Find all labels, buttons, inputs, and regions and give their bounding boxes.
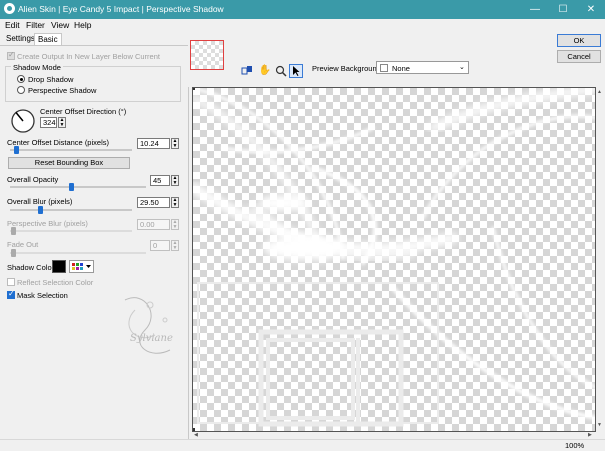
- window-title: Alien Skin | Eye Candy 5 Impact | Perspe…: [18, 4, 224, 14]
- reset-bounding-box-button[interactable]: Reset Bounding Box: [8, 157, 130, 169]
- title-bar: Alien Skin | Eye Candy 5 Impact | Perspe…: [0, 0, 605, 19]
- reflect-selection-color-checkbox[interactable]: [7, 278, 15, 286]
- color-picker-dropdown[interactable]: [69, 260, 94, 273]
- overall-blur-input[interactable]: 29.50: [137, 197, 170, 208]
- fade-out-label: Fade Out: [7, 240, 39, 249]
- close-button[interactable]: ✕: [577, 0, 605, 19]
- menu-edit[interactable]: Edit: [5, 20, 20, 30]
- horizontal-scrollbar[interactable]: ◀ ▶: [192, 432, 596, 439]
- fade-out-thumb: [11, 249, 16, 257]
- overall-opacity-input[interactable]: 45: [150, 175, 170, 186]
- fade-out-stepper: ▲ ▼: [171, 240, 179, 251]
- mask-selection-checkbox[interactable]: [7, 289, 15, 299]
- watermark-text: Sylviane: [130, 333, 173, 344]
- perspective-blur-input: 0.00: [137, 219, 170, 230]
- alien-skin-app-icon: [4, 3, 15, 14]
- center-offset-direction-stepper[interactable]: ▲ ▼: [58, 117, 66, 128]
- reflect-selection-color-label: Reflect Selection Color: [17, 278, 94, 287]
- menu-view[interactable]: View: [51, 20, 69, 30]
- overall-opacity-track[interactable]: [10, 186, 146, 188]
- corner-handle-bottom-left[interactable]: [193, 428, 195, 431]
- maximize-button[interactable]: ☐: [549, 0, 577, 19]
- center-offset-direction-label: Center Offset Direction (°): [40, 107, 127, 116]
- center-offset-distance-stepper[interactable]: ▲ ▼: [171, 138, 179, 149]
- center-offset-distance-track[interactable]: [10, 149, 132, 151]
- drop-shadow-label: Drop Shadow: [28, 75, 74, 84]
- zoom-level: 100%: [565, 441, 585, 450]
- menu-help[interactable]: Help: [74, 20, 91, 30]
- fade-out-input: 0: [150, 240, 170, 251]
- perspective-blur-label: Perspective Blur (pixels): [7, 219, 88, 228]
- preview-shadow-art: [193, 88, 595, 427]
- vertical-scrollbar[interactable]: ▲ ▼: [596, 87, 605, 432]
- zoom-icon[interactable]: [274, 64, 288, 78]
- preview-background-label: Preview Background:: [312, 64, 383, 73]
- perspective-shadow-radio[interactable]: [17, 86, 25, 94]
- center-offset-distance-label: Center Offset Distance (pixels): [7, 138, 109, 147]
- tab-basic[interactable]: Basic: [34, 33, 62, 45]
- hand-pan-icon[interactable]: ✋: [258, 64, 272, 78]
- ok-button[interactable]: OK: [557, 34, 601, 47]
- shadow-color-label: Shadow Color: [7, 263, 55, 272]
- overall-blur-stepper[interactable]: ▲ ▼: [171, 197, 179, 208]
- mask-selection-label: Mask Selection: [17, 291, 68, 300]
- preview-background-select[interactable]: None ⌄: [376, 61, 469, 74]
- perspective-blur-track: [10, 230, 132, 232]
- menu-filter[interactable]: Filter: [26, 20, 45, 30]
- perspective-blur-thumb: [11, 227, 16, 235]
- scroll-left-icon[interactable]: ◀: [194, 432, 198, 438]
- overall-opacity-label: Overall Opacity: [7, 175, 59, 184]
- watermark-flourish-icon: [124, 297, 171, 354]
- status-bar: 100%: [0, 439, 605, 451]
- corner-handle-top-left[interactable]: [193, 88, 195, 90]
- compare-icon[interactable]: [240, 64, 254, 78]
- overall-blur-track[interactable]: [10, 209, 132, 211]
- drop-shadow-radio[interactable]: [17, 75, 25, 83]
- panel-divider: [188, 32, 189, 439]
- tab-divider: [0, 45, 188, 46]
- menu-bar: Edit Filter View Help: [0, 19, 605, 31]
- cancel-button[interactable]: Cancel: [557, 50, 601, 63]
- fade-out-track: [10, 252, 146, 254]
- preview-canvas[interactable]: [192, 87, 596, 432]
- direction-dial[interactable]: [10, 108, 36, 134]
- create-output-checkbox[interactable]: [7, 50, 15, 60]
- create-output-label: Create Output In New Layer Below Current: [17, 52, 160, 61]
- pointer-arrow-icon[interactable]: [289, 64, 303, 78]
- scroll-right-icon[interactable]: ▶: [588, 432, 592, 438]
- minimize-button[interactable]: —: [521, 0, 549, 19]
- center-offset-distance-input[interactable]: 10.24: [137, 138, 170, 149]
- tab-settings[interactable]: Settings: [3, 33, 38, 45]
- center-offset-distance-thumb[interactable]: [14, 146, 19, 154]
- center-offset-direction-input[interactable]: 324: [40, 117, 57, 128]
- scroll-up-icon[interactable]: ▲: [597, 89, 602, 95]
- preview-background-value: None: [392, 64, 410, 73]
- scroll-down-icon[interactable]: ▼: [597, 422, 602, 428]
- preview-toolbar: [188, 32, 605, 87]
- navigator-thumbnail[interactable]: [190, 40, 224, 70]
- overall-opacity-thumb[interactable]: [69, 183, 74, 191]
- shadow-mode-label: Shadow Mode: [11, 63, 63, 72]
- overall-opacity-stepper[interactable]: ▲ ▼: [171, 175, 179, 186]
- perspective-shadow-label: Perspective Shadow: [28, 86, 97, 95]
- chevron-down-icon: ⌄: [459, 64, 465, 71]
- palette-icon: [72, 263, 91, 270]
- none-swatch-icon: [380, 64, 388, 72]
- shadow-color-swatch[interactable]: [52, 260, 66, 273]
- overall-blur-label: Overall Blur (pixels): [7, 197, 73, 206]
- overall-blur-thumb[interactable]: [38, 206, 43, 214]
- perspective-blur-stepper: ▲ ▼: [171, 219, 179, 230]
